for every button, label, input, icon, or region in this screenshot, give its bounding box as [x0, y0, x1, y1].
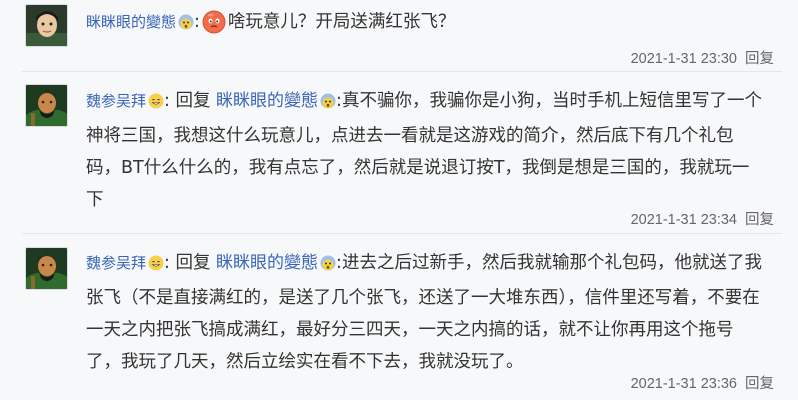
avatar[interactable]	[25, 4, 68, 47]
comment: 魏参吴拜: 回复 眯眯眼的變態:真不骗你，我骗你是小狗，当时手机上短信里写了一个…	[0, 72, 798, 232]
reply-button[interactable]: 回复	[745, 51, 774, 67]
comment-body: 眯眯眼的變態: 啥玩意儿？开局送满红张飞？	[86, 6, 766, 45]
scream-emoji-icon	[178, 9, 194, 41]
reply-prefix: : 回复	[164, 91, 217, 111]
username-link[interactable]: 魏参吴拜	[86, 92, 146, 110]
comment: 眯眯眼的變態: 啥玩意儿？开局送满红张飞？ 2021-1-31 23:30 回复	[0, 0, 798, 70]
reply-button[interactable]: 回复	[745, 376, 774, 392]
scream-emoji-icon	[320, 250, 336, 282]
comment-meta: 2021-1-31 23:34 回复	[631, 208, 774, 229]
scream-emoji-icon	[320, 88, 336, 120]
username-link[interactable]: 眯眯眼的變態	[86, 13, 176, 31]
reply-button[interactable]: 回复	[745, 212, 774, 228]
avatar[interactable]	[25, 84, 68, 127]
reply-target-link[interactable]: 眯眯眼的變態	[216, 91, 318, 111]
grin-emoji-icon	[148, 88, 164, 120]
avatar[interactable]	[25, 247, 68, 290]
reply-prefix: : 回复	[164, 253, 217, 273]
comment-meta: 2021-1-31 23:30 回复	[631, 47, 774, 68]
timestamp: 2021-1-31 23:36	[630, 376, 737, 392]
angry-face-emoji-icon	[202, 10, 226, 45]
comment: 魏参吴拜: 回复 眯眯眼的變態:进去之后过新手，然后我就输那个礼包码，他就送了我…	[0, 234, 798, 400]
grin-emoji-icon	[148, 250, 164, 282]
separator: :	[194, 12, 200, 32]
comment-meta: 2021-1-31 23:36 回复	[631, 372, 774, 393]
comment-body: 魏参吴拜: 回复 眯眯眼的變態:进去之后过新手，然后我就输那个礼包码，他就送了我…	[86, 247, 766, 378]
username-link[interactable]: 魏参吴拜	[86, 254, 146, 272]
comment-text: 啥玩意儿？开局送满红张飞？	[227, 12, 456, 32]
reply-target-link[interactable]: 眯眯眼的變態	[216, 253, 318, 273]
comment-body: 魏参吴拜: 回复 眯眯眼的變態:真不骗你，我骗你是小狗，当时手机上短信里写了一个…	[86, 85, 766, 216]
comment-thread: 眯眯眼的變態: 啥玩意儿？开局送满红张飞？ 2021-1-31 23:30 回复 魏…	[0, 0, 798, 400]
timestamp: 2021-1-31 23:30	[630, 51, 737, 67]
timestamp: 2021-1-31 23:34	[630, 212, 737, 228]
